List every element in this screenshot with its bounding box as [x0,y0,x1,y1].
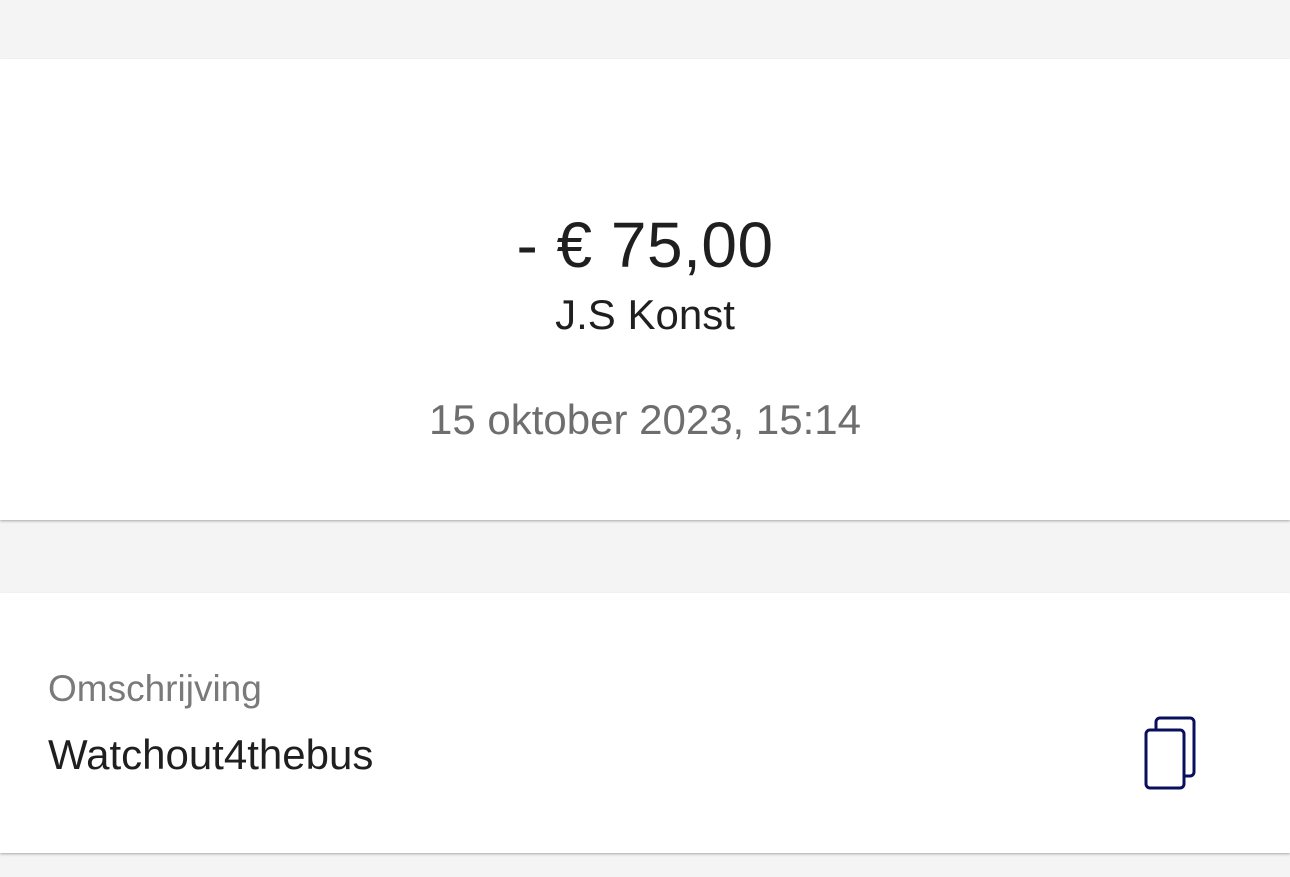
copy-icon [1144,716,1196,790]
transaction-amount: - € 75,00 [516,209,774,281]
description-card: Omschrijving Watchout4thebus [0,593,1290,853]
transaction-summary-card: - € 75,00 J.S Konst 15 oktober 2023, 15:… [0,59,1290,520]
description-value: Watchout4thebus [48,731,374,778]
copy-description-button[interactable] [1128,711,1212,795]
transaction-datetime: 15 oktober 2023, 15:14 [428,396,862,443]
counterparty-name: J.S Konst [555,291,735,338]
description-label: Omschrijving [48,668,262,709]
